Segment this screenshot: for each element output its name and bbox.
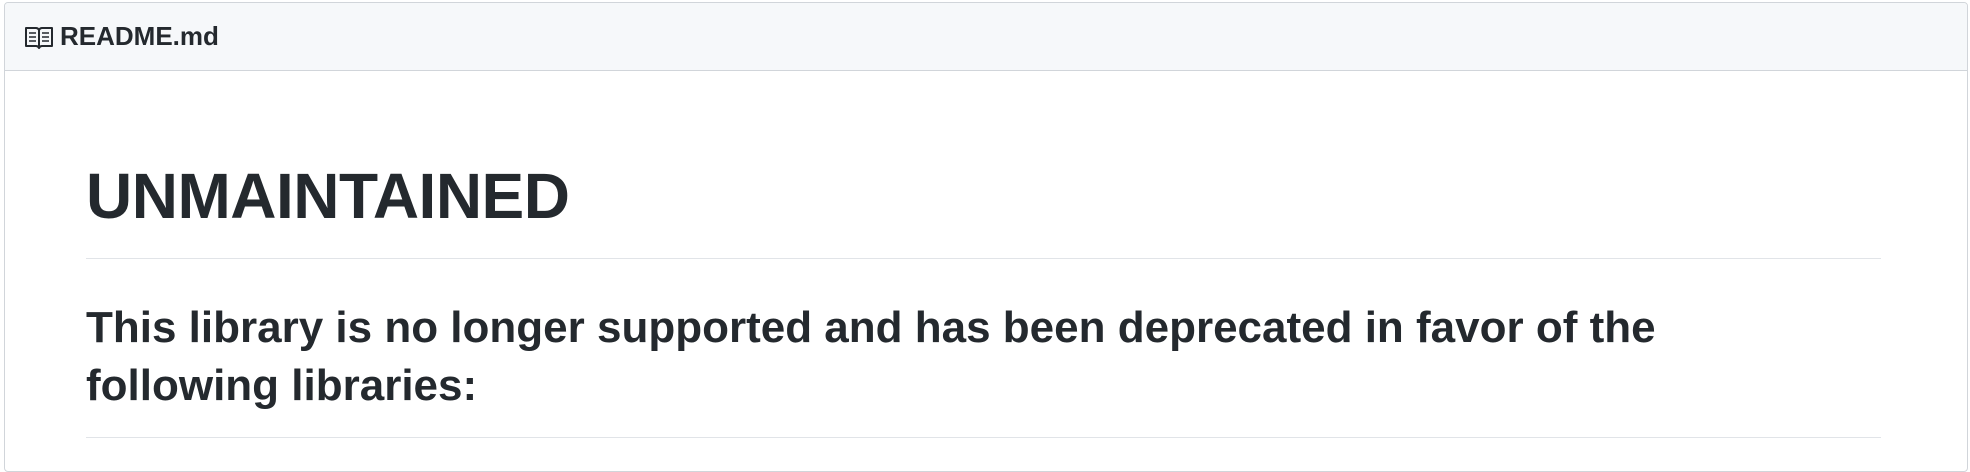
readme-panel: README.md UNMAINTAINED This library is n… bbox=[4, 2, 1968, 472]
readme-subheading: This library is no longer supported and … bbox=[86, 303, 1656, 410]
subheading-divider bbox=[86, 437, 1881, 438]
readme-file-name[interactable]: README.md bbox=[60, 21, 219, 52]
readme-content: UNMAINTAINED This library is no longer s… bbox=[5, 71, 1967, 438]
readme-heading: UNMAINTAINED bbox=[86, 160, 570, 232]
book-icon bbox=[24, 24, 54, 50]
readme-header: README.md bbox=[5, 3, 1967, 71]
